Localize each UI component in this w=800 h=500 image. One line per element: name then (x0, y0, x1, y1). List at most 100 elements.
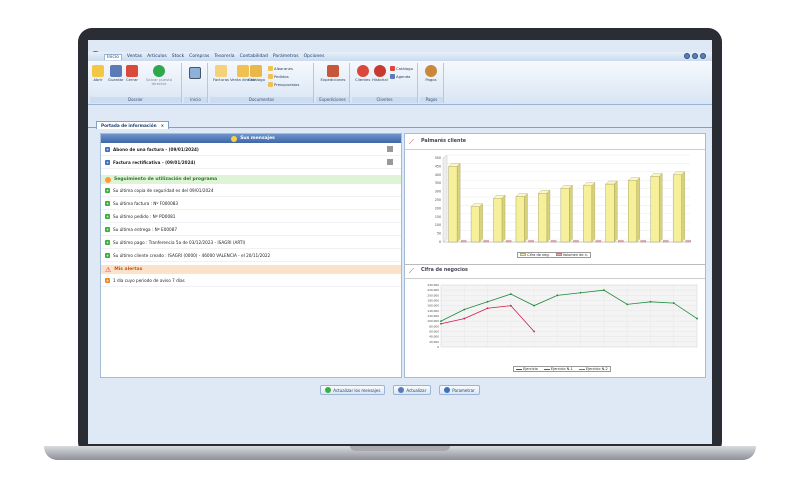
save-button[interactable]: Guardar (108, 65, 123, 82)
tracking-item[interactable]: + Su último pago : Tranferencia 5a de 03/… (101, 236, 401, 249)
message-item[interactable]: + Factura rectificativa - (09/01/2024) (101, 156, 401, 169)
minimize-icon[interactable] (692, 53, 698, 59)
expand-icon: + (105, 277, 110, 283)
menu-parametros[interactable]: Parámetros (273, 54, 299, 59)
bar-side (614, 180, 618, 243)
tracking-item[interactable]: + Su última copia de seguridad es del 09/… (101, 184, 401, 197)
group-label-documentos: Documentos (210, 97, 313, 103)
menu-ventas[interactable]: Ventas (127, 54, 142, 59)
agenda-button[interactable]: Agenda (390, 74, 411, 79)
expand-icon: + (105, 159, 110, 165)
tracking-item[interactable]: + Su última entrega : Nº E00087 (101, 223, 401, 236)
y-tick-label: 100 (435, 223, 441, 227)
settings-button[interactable]: Parametrar (439, 385, 480, 395)
expand-icon: + (105, 200, 110, 206)
attachment-icon[interactable] (387, 159, 393, 165)
invoices-button[interactable]: Facturas (213, 65, 229, 82)
data-point (626, 303, 629, 306)
legend-item-1: Ejercicio (516, 367, 538, 371)
group-label-expediciones: Expediciones (316, 97, 349, 103)
bar-side (546, 189, 551, 243)
bar (538, 193, 548, 243)
data-point (509, 304, 512, 307)
y-tick-label: 250 (435, 198, 441, 202)
close-icon[interactable] (700, 53, 706, 59)
expand-icon: + (105, 226, 110, 232)
bar (583, 185, 593, 243)
bar (460, 240, 467, 243)
ribbon-group-expediciones: Expediciones Expediciones (316, 63, 350, 103)
home-button[interactable] (189, 67, 201, 79)
menu-tesoreria[interactable]: Tesorería (214, 54, 234, 59)
folder-icon (92, 65, 104, 77)
bar (628, 180, 637, 243)
data-point (440, 322, 442, 325)
warning-icon: ⚠ (105, 265, 112, 274)
alert-item[interactable]: +1 día cuyo periodo de aviso 7 días (101, 274, 401, 287)
save-director-button[interactable]: Salvar puesto director (144, 65, 174, 86)
catalog-button[interactable]: Catálogo (248, 65, 265, 82)
message-item[interactable]: + Abono de una factura - (09/01/2024) (101, 143, 401, 156)
clients-button[interactable]: Clientes (355, 65, 370, 82)
y-tick-label: 0 (437, 345, 439, 349)
quotes-button[interactable]: Presupuestos (268, 82, 299, 87)
chart2-title: Cifra de negocios (421, 268, 468, 273)
open-button[interactable]: Abrir (92, 65, 104, 82)
catalog-icon (250, 65, 263, 77)
bar (550, 240, 557, 243)
update-button[interactable]: Actualizar (393, 385, 432, 395)
orders-button[interactable]: Pedidos (268, 74, 289, 79)
history-button[interactable]: Historial (372, 65, 388, 82)
menu-opciones[interactable]: Opciones (304, 54, 325, 59)
y-tick-label: 200 (435, 206, 441, 210)
data-point (533, 304, 535, 307)
bar (618, 240, 624, 243)
y-tick-label: 20.000 (429, 340, 439, 344)
y-tick-label: 200.000 (427, 293, 439, 297)
menu-articulos[interactable]: Artículos (147, 54, 167, 59)
legend-item-3: Ejercicio N-2 (578, 367, 608, 371)
group-label-inicio: Inicio (184, 97, 207, 103)
refresh-icon (325, 387, 332, 393)
tracking-item[interactable]: + Su último cliente creado : ISAGRI (0000… (101, 249, 401, 262)
data-point (463, 308, 466, 311)
tab-close-icon[interactable]: × (161, 123, 165, 128)
y-tick-label: 140.000 (427, 309, 439, 313)
menu-contabilidad[interactable]: Contabilidad (240, 54, 268, 59)
bar-side (636, 177, 640, 243)
delivery-notes-button[interactable]: Albaranes (268, 66, 293, 71)
history-icon (373, 65, 386, 77)
menu-stock[interactable]: Stock (172, 54, 184, 59)
direct-sale-icon (236, 65, 249, 77)
bar (470, 206, 480, 243)
expand-icon: + (105, 213, 110, 219)
chart1-legend: Cifra de neg. Volumen de n. (517, 252, 591, 258)
y-tick-label: 350 (435, 181, 441, 185)
messages-header: Sus mensajes (101, 134, 401, 143)
client-catalog-button[interactable]: Catálogo (390, 66, 413, 71)
expand-icon: + (105, 252, 110, 258)
tracking-item[interactable]: + Su última factura : Nº F000083 (101, 197, 401, 210)
shipments-button[interactable]: Expediciones (320, 65, 346, 82)
bar (640, 240, 647, 243)
tracking-item[interactable]: + Su último pedido : Nº PD0081 (101, 210, 401, 223)
close-file-button[interactable]: Cerrar (126, 65, 138, 82)
y-tick-label: 50 (437, 232, 441, 236)
data-point (579, 291, 582, 294)
bar (505, 240, 512, 243)
y-tick-label: 40.000 (429, 335, 439, 339)
laptop-notch (350, 446, 450, 451)
payments-button[interactable]: Pagos (425, 65, 437, 82)
tracking-header: Seguimiento de utilización del programa (101, 175, 401, 184)
money-bag-icon (425, 65, 437, 77)
bar (605, 183, 615, 243)
expand-icon: + (105, 187, 110, 193)
attachment-icon[interactable] (387, 146, 393, 152)
help-icon[interactable] (684, 53, 690, 59)
alerts-header: ⚠ Mis alertas (101, 265, 401, 274)
refresh-messages-button[interactable]: Actualizar los mensajes (320, 385, 386, 395)
menu-compras[interactable]: Compras (189, 54, 209, 59)
tab-portada[interactable]: Portada de información × (96, 121, 170, 129)
message-icon (231, 135, 238, 142)
menu-inicio[interactable]: Inicio (104, 53, 122, 60)
